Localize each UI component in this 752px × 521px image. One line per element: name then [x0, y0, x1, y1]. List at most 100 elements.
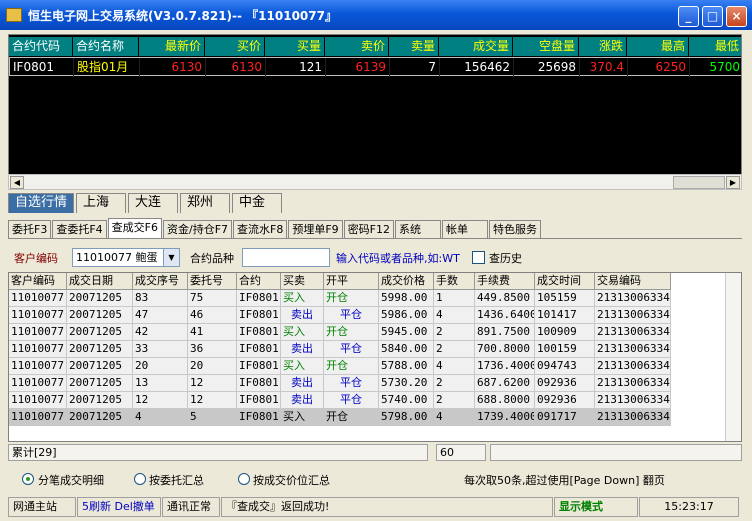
grid-header-cell[interactable]: 成交日期 [67, 273, 133, 290]
grid-header-cell[interactable]: 手数 [434, 273, 475, 290]
table-row[interactable]: 11010077 20071205 33 36 IF0801 卖出 平仓 584… [9, 341, 671, 358]
grid-cell: 83 [133, 290, 188, 307]
table-row[interactable]: 11010077 20071205 20 20 IF0801 买入 开仓 578… [9, 358, 671, 375]
grid-header-cell[interactable]: 合约 [237, 273, 281, 290]
table-row[interactable]: 11010077 20071205 13 12 IF0801 卖出 平仓 573… [9, 375, 671, 392]
grid-cell: 20071205 [67, 358, 133, 375]
quote-cell-oi: 25698 [514, 58, 580, 77]
tab-statement[interactable]: 帐单 [442, 220, 489, 238]
window-title: 恒生电子网上交易系统(V3.0.7.821)-- 『11010077』 [28, 9, 337, 23]
quote-header-cell: 合约名称 [73, 37, 139, 56]
grid-header-cell[interactable]: 成交序号 [133, 273, 188, 290]
grid-cell: 买入 [281, 290, 324, 307]
grid-cell: 36 [188, 341, 237, 358]
radio-by-order[interactable] [134, 473, 146, 485]
grid-cell: 21313006334 [595, 409, 671, 426]
grid-cell: 平仓 [324, 341, 379, 358]
quote-header-cell: 涨跌 [579, 37, 627, 56]
client-code-label: 客户编码 [14, 252, 58, 265]
tab-dalian[interactable]: 大连 [128, 193, 179, 213]
grid-cell: 2 [434, 375, 475, 392]
tab-shanghai[interactable]: 上海 [76, 193, 127, 213]
grid-cell: 买入 [281, 324, 324, 341]
summary-bar: 累计[29] 60 [8, 444, 742, 462]
tab-zhengzhou[interactable]: 郑州 [180, 193, 231, 213]
quote-header-cell: 卖量 [389, 37, 439, 56]
grid-cell: 11010077 [9, 392, 67, 409]
tab-query-orders[interactable]: 查委托F4 [52, 220, 107, 238]
grid-vertical-scrollbar[interactable] [725, 273, 741, 441]
grid-cell: 20071205 [67, 324, 133, 341]
grid-cell: 11010077 [9, 290, 67, 307]
table-row[interactable]: 11010077 20071205 42 41 IF0801 买入 开仓 594… [9, 324, 671, 341]
maximize-button[interactable]: □ [702, 6, 723, 27]
grid-header: 客户编码 成交日期 成交序号 委托号 合约 买卖 开平 成交价格 手数 手续费 … [9, 273, 671, 290]
scroll-left-icon[interactable]: ◀ [10, 176, 24, 189]
radio-detail[interactable] [22, 473, 34, 485]
close-button[interactable]: × [726, 6, 747, 27]
radio-by-order-label: 按委托汇总 [149, 474, 204, 487]
grid-cell: 20071205 [67, 409, 133, 426]
trades-grid: 客户编码 成交日期 成交序号 委托号 合约 买卖 开平 成交价格 手数 手续费 … [8, 272, 742, 442]
minimize-button[interactable]: _ [678, 6, 699, 27]
grid-header-cell[interactable]: 成交时间 [535, 273, 595, 290]
table-row[interactable]: 11010077 20071205 83 75 IF0801 买入 开仓 599… [9, 290, 671, 307]
grid-cell: 4 [133, 409, 188, 426]
tab-password[interactable]: 密码F12 [343, 220, 395, 238]
grid-header-cell[interactable]: 成交价格 [379, 273, 434, 290]
table-row[interactable]: 11010077 20071205 4 5 IF0801 买入 开仓 5798.… [9, 409, 671, 426]
history-checkbox[interactable] [472, 251, 485, 264]
grid-header-cell[interactable]: 交易编码 [595, 273, 671, 290]
quote-cell-ask: 6139 [326, 58, 390, 77]
status-mode: 显示模式 [554, 497, 638, 517]
tab-query-trades[interactable]: 查成交F6 [107, 218, 162, 238]
grid-cell: 买入 [281, 358, 324, 375]
grid-cell: 21313006334 [595, 307, 671, 324]
scroll-right-icon[interactable]: ▶ [726, 176, 740, 189]
contract-input[interactable] [242, 248, 330, 267]
grid-cell: 20071205 [67, 375, 133, 392]
scroll-thumb[interactable] [673, 176, 725, 189]
quote-cell-name: 股指01月 [74, 58, 140, 77]
grid-cell: 20 [188, 358, 237, 375]
quote-header-cell: 卖价 [325, 37, 389, 56]
tab-special-services[interactable]: 特色服务 [489, 220, 542, 238]
grid-cell: 41 [188, 324, 237, 341]
grid-cell: 20 [133, 358, 188, 375]
grid-cell: 100909 [535, 324, 595, 341]
grid-header-cell[interactable]: 客户编码 [9, 273, 67, 290]
table-row[interactable]: 11010077 20071205 47 46 IF0801 卖出 平仓 598… [9, 307, 671, 324]
quote-row[interactable]: IF0801 股指01月 6130 6130 121 6139 7 156462… [9, 57, 741, 77]
grid-header-cell[interactable]: 手续费 [475, 273, 535, 290]
tab-order[interactable]: 委托F3 [8, 220, 52, 238]
grid-cell: IF0801 [237, 307, 281, 324]
tab-watchlist[interactable]: 自选行情 [8, 193, 75, 213]
tab-cffex[interactable]: 中金 [232, 193, 283, 213]
table-row[interactable]: 11010077 20071205 12 12 IF0801 卖出 平仓 574… [9, 392, 671, 409]
grid-cell: 11010077 [9, 409, 67, 426]
grid-cell: 101417 [535, 307, 595, 324]
grid-header-cell[interactable]: 买卖 [281, 273, 324, 290]
tab-funds-positions[interactable]: 资金/持仓F7 [162, 220, 233, 238]
total-lots: 60 [436, 444, 486, 461]
grid-header-cell[interactable]: 委托号 [188, 273, 237, 290]
radio-by-price-label: 按成交价位汇总 [253, 474, 330, 487]
grid-cell: 1 [434, 290, 475, 307]
quote-header-cell: 空盘量 [513, 37, 579, 56]
grid-header-cell[interactable]: 开平 [324, 273, 379, 290]
tab-query-flow[interactable]: 查流水F8 [233, 220, 288, 238]
grid-cell: IF0801 [237, 358, 281, 375]
grid-cell: 13 [133, 375, 188, 392]
quote-header: 合约代码 合约名称 最新价 买价 买量 卖价 卖量 成交量 空盘量 涨跌 最高 … [9, 37, 741, 56]
grid-cell: 46 [188, 307, 237, 324]
radio-by-price[interactable] [238, 473, 250, 485]
client-code-select[interactable]: 11010077 鲍蛋 ▼ [72, 248, 180, 267]
grid-cell: 092936 [535, 375, 595, 392]
quote-horizontal-scrollbar[interactable]: ◀ ▶ [8, 174, 742, 190]
tab-preset-orders[interactable]: 预埋单F9 [288, 220, 343, 238]
quote-cell-volume: 156462 [440, 58, 514, 77]
grid-cell: 33 [133, 341, 188, 358]
chevron-down-icon[interactable]: ▼ [163, 249, 179, 266]
status-time: 15:23:17 [639, 497, 739, 517]
tab-system[interactable]: 系统 [395, 220, 442, 238]
